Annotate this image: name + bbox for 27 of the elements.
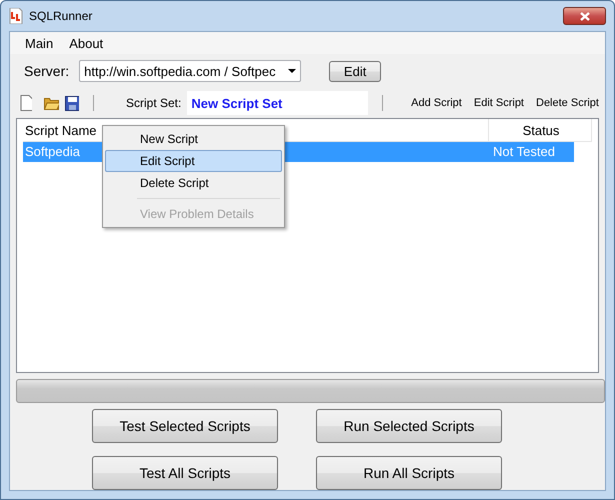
- menu-item[interactable]: Main: [17, 36, 62, 50]
- toolbar-link[interactable]: Add Script: [411, 97, 462, 109]
- menu-item[interactable]: Edit Script: [105, 150, 282, 172]
- server-label: Server:: [24, 63, 70, 79]
- menu-item[interactable]: Delete Script: [105, 172, 282, 194]
- window-title: SQLRunner: [29, 9, 92, 23]
- close-icon: [580, 12, 590, 20]
- action-button[interactable]: Test All Scripts: [92, 456, 278, 490]
- script-status: Not Tested: [492, 143, 556, 161]
- close-button[interactable]: [563, 7, 606, 25]
- edit-button[interactable]: Edit: [329, 60, 382, 82]
- dropdown-arrow-icon: [288, 69, 296, 73]
- script-set-label: Script Set:: [126, 96, 182, 110]
- new-file-icon[interactable]: [20, 95, 32, 111]
- server-dropdown[interactable]: http://win.softpedia.com / Softpec: [79, 60, 302, 82]
- script-set-field[interactable]: New Script Set: [187, 91, 368, 115]
- action-button[interactable]: Test Selected Scripts: [92, 409, 278, 443]
- toolbar-link[interactable]: Delete Script: [536, 97, 599, 109]
- save-icon[interactable]: [65, 96, 79, 110]
- menu-item[interactable]: About: [61, 36, 112, 50]
- folder-icon[interactable]: [44, 96, 60, 110]
- script-name: Softpedia: [24, 143, 80, 161]
- action-button[interactable]: Run All Scripts: [316, 456, 502, 490]
- column-header[interactable]: Status: [489, 119, 592, 141]
- app-icon: [9, 8, 23, 24]
- action-button[interactable]: Run Selected Scripts: [316, 409, 502, 443]
- toolbar-link[interactable]: Edit Script: [474, 97, 524, 109]
